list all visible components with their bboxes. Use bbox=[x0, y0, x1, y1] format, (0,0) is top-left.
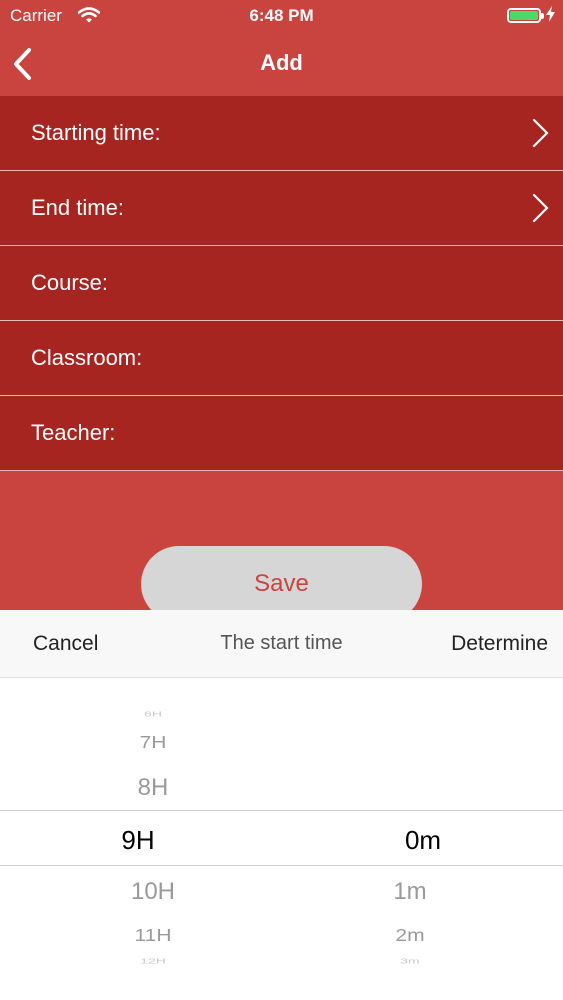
chevron-right-icon bbox=[532, 193, 549, 223]
schedule-form: Starting time: End time: Course: Classro… bbox=[0, 96, 563, 471]
classroom-row[interactable]: Classroom: bbox=[0, 321, 563, 396]
hour-option[interactable]: 7H bbox=[38, 733, 268, 753]
minute-option-selected[interactable]: 0m bbox=[326, 825, 520, 856]
course-label: Course: bbox=[31, 270, 109, 295]
determine-button[interactable]: Determine bbox=[451, 632, 548, 656]
time-picker: 6H 7H 8H 9H 10H 11H 12H 0m 1m 2m 3m bbox=[0, 677, 563, 1000]
chevron-right-icon bbox=[532, 118, 549, 148]
hour-option[interactable]: 12H bbox=[38, 957, 268, 966]
minute-wheel[interactable]: 0m 1m 2m 3m bbox=[300, 677, 520, 1000]
classroom-label: Classroom: bbox=[31, 345, 143, 370]
time-picker-sheet: Cancel The start time Determine 6H 7H 8H… bbox=[0, 610, 563, 1000]
hour-option-selected[interactable]: 9H bbox=[8, 825, 268, 856]
picker-toolbar: Cancel The start time Determine bbox=[0, 610, 563, 678]
minute-option[interactable]: 2m bbox=[300, 926, 520, 946]
course-row[interactable]: Course: bbox=[0, 246, 563, 321]
screen: Carrier 6:48 PM Add Starting time: End t… bbox=[0, 0, 563, 1000]
starting-time-label: Starting time: bbox=[31, 120, 161, 145]
teacher-label: Teacher: bbox=[31, 420, 116, 445]
hour-option[interactable]: 6H bbox=[38, 710, 268, 719]
navigation-bar: Add bbox=[0, 32, 563, 96]
teacher-row[interactable]: Teacher: bbox=[0, 396, 563, 471]
minute-option[interactable]: 1m bbox=[300, 878, 520, 906]
end-time-label: End time: bbox=[31, 195, 124, 220]
battery-icon bbox=[507, 8, 544, 23]
starting-time-row[interactable]: Starting time: bbox=[0, 96, 563, 171]
status-bar: Carrier 6:48 PM bbox=[0, 0, 563, 32]
minute-option[interactable]: 3m bbox=[300, 957, 520, 966]
hour-option[interactable]: 11H bbox=[38, 926, 268, 946]
hour-option[interactable]: 8H bbox=[38, 774, 268, 802]
page-title: Add bbox=[260, 50, 303, 75]
hour-option[interactable]: 10H bbox=[38, 878, 268, 906]
end-time-row[interactable]: End time: bbox=[0, 171, 563, 246]
status-time: 6:48 PM bbox=[249, 6, 314, 25]
charging-bolt-icon bbox=[546, 6, 555, 22]
hour-wheel[interactable]: 6H 7H 8H 9H 10H 11H 12H bbox=[38, 677, 268, 1000]
